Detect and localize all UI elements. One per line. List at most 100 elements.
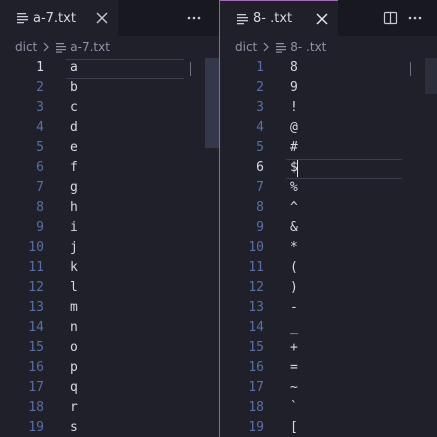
more-actions-icon[interactable] <box>407 11 423 25</box>
editor-line[interactable]: 13 m <box>0 298 219 318</box>
line-text: % <box>290 180 298 195</box>
line-number: 4 <box>36 120 44 135</box>
editor-line[interactable]: 1a <box>0 58 219 78</box>
breadcrumb-file[interactable]: 8- .txt <box>290 40 326 54</box>
tab-8-txt[interactable]: 8- .txt <box>220 0 338 36</box>
editor-line[interactable]: 18 <box>220 58 437 78</box>
editor-line[interactable]: 17 ~ <box>220 378 437 398</box>
line-text: c <box>70 100 78 115</box>
editor-line[interactable]: 3c <box>0 98 219 118</box>
editor-line[interactable]: 11 ( <box>220 258 437 278</box>
editor-line[interactable]: 8h <box>0 198 219 218</box>
line-number: 10 <box>248 240 264 255</box>
line-text: # <box>290 140 298 155</box>
line-text: ! <box>290 100 298 115</box>
editor-line[interactable]: 13 - <box>220 298 437 318</box>
editor-line[interactable]: 11 k <box>0 258 219 278</box>
line-number: 12 <box>248 280 264 295</box>
editor-line[interactable]: 5 # <box>220 138 437 158</box>
line-number: 9 <box>256 220 264 235</box>
line-number: 19 <box>28 420 44 435</box>
editor-group-left: a-7.txt dict a-7.txt 1 a 2 b 3 c 4 d 5 e… <box>0 0 219 437</box>
editor-line[interactable]: 12 l <box>0 278 219 298</box>
editor-line[interactable]: 15 o <box>0 338 219 358</box>
editor-line[interactable]: 3! <box>220 98 437 118</box>
line-text: j <box>70 240 78 255</box>
editor-line[interactable]: 16 p <box>0 358 219 378</box>
editor-line[interactable]: 4 @ <box>220 118 437 138</box>
file-lines-icon <box>17 13 28 24</box>
editor-line[interactable]: 17 q <box>0 378 219 398</box>
line-number: 1 <box>36 60 44 75</box>
line-number: 14 <box>248 320 264 335</box>
line-text: m <box>70 300 78 315</box>
editor-line[interactable]: 6 $ <box>220 158 437 178</box>
line-text: k <box>70 260 78 275</box>
tab-bar: a-7.txt <box>0 0 219 36</box>
close-icon[interactable] <box>315 12 329 26</box>
editor-line[interactable]: 10 * <box>220 238 437 258</box>
editor-line[interactable]: 14 n <box>0 318 219 338</box>
line-number: 14 <box>28 320 44 335</box>
editor-group-right: 8- .txt dict 8- .txt 1 8 2 9 3 ! 4 @ 5 #… <box>220 0 437 437</box>
chevron-right-icon <box>43 42 50 52</box>
line-number: 6 <box>36 160 44 175</box>
editor-line[interactable]: 18 r <box>0 398 219 418</box>
editor-line[interactable]: 8 ^ <box>220 198 437 218</box>
line-number: 17 <box>28 380 44 395</box>
editor-line[interactable]: 4d <box>0 118 219 138</box>
editor-line[interactable]: 12) <box>220 278 437 298</box>
line-text: = <box>290 360 298 375</box>
editor-line[interactable]: 10 j <box>0 238 219 258</box>
tab-label: 8- .txt <box>253 11 293 26</box>
line-text: d <box>70 120 78 135</box>
line-number: 2 <box>256 80 264 95</box>
line-number: 9 <box>36 220 44 235</box>
breadcrumb-folder[interactable]: dict <box>235 40 257 54</box>
tab-a-7-txt[interactable]: a-7.txt <box>0 0 118 36</box>
editor-line[interactable]: 16 = <box>220 358 437 378</box>
file-lines-icon <box>56 42 67 53</box>
chevron-right-icon <box>263 42 270 52</box>
line-number: 11 <box>28 260 44 275</box>
line-text: s <box>70 420 78 435</box>
line-text: a <box>70 60 78 75</box>
close-icon[interactable] <box>95 11 109 25</box>
split-editor-icon[interactable] <box>383 11 399 25</box>
text-editor[interactable]: 1 a 2 b 3 c 4 d 5 e 6 f 7 g 8 h 9 i 10 j 11 k 12 l 13 m 14 n 15 o 16 p 1… <box>0 58 219 437</box>
editor-line[interactable]: 14 _ <box>220 318 437 338</box>
line-text: ( <box>290 260 298 275</box>
breadcrumb-file[interactable]: a-7.txt <box>70 40 110 54</box>
editor-line[interactable]: 19 s <box>0 418 219 437</box>
line-number: 13 <box>248 300 264 315</box>
file-lines-icon <box>237 13 248 24</box>
editor-line[interactable]: 9i <box>0 218 219 238</box>
editor-line[interactable]: 2b <box>0 78 219 98</box>
breadcrumb-folder[interactable]: dict <box>15 40 37 54</box>
text-editor[interactable]: 1 8 2 9 3! 4 @5 #6 $7% 8 ^ 9 & 10 * 11(12) 13-14 _ 15 +16 = 1… <box>220 58 437 437</box>
editor-line[interactable]: 9 & <box>220 218 437 238</box>
line-number: 1 <box>256 60 264 75</box>
line-number: 7 <box>256 180 264 195</box>
editor-line[interactable]: 19 [ <box>220 418 437 437</box>
more-actions-icon[interactable] <box>186 11 202 25</box>
editor-line[interactable]: 18 ` <box>220 398 437 418</box>
line-number: 15 <box>28 340 44 355</box>
editor-line[interactable]: 15 + <box>220 338 437 358</box>
editor-line[interactable]: 5e <box>0 138 219 158</box>
editor-line[interactable]: 6f <box>0 158 219 178</box>
line-number: 16 <box>28 360 44 375</box>
line-number: 6 <box>256 160 264 175</box>
line-number: 8 <box>256 200 264 215</box>
line-text: f <box>70 160 78 175</box>
tab-label: a-7.txt <box>33 10 76 26</box>
breadcrumb: dict a-7.txt <box>0 36 219 58</box>
editor-line[interactable]: 7% <box>220 178 437 198</box>
line-text: i <box>70 220 78 235</box>
editor-line[interactable]: 29 <box>220 78 437 98</box>
line-text: p <box>70 360 78 375</box>
line-text: b <box>70 80 78 95</box>
line-text: e <box>70 140 78 155</box>
editor-line[interactable]: 7g <box>0 178 219 198</box>
line-number: 18 <box>28 400 44 415</box>
